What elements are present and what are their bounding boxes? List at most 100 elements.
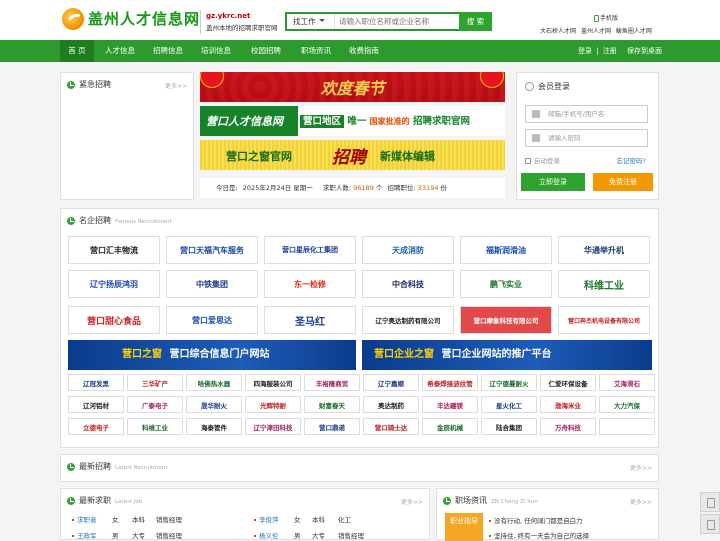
company-logo-small[interactable]: 光辉特耐 [245, 396, 301, 413]
company-logo-small[interactable]: 晟华耐火 [186, 396, 242, 413]
company-logo-small[interactable]: 陆合集团 [481, 418, 537, 435]
company-logo-small[interactable]: 星火化工 [481, 396, 537, 413]
company-logo-small[interactable]: 四海服装公司 [245, 374, 301, 391]
seekers-more-link[interactable]: 更多>> [401, 497, 423, 506]
company-logo[interactable]: 营口甜心食品 [68, 306, 160, 334]
edit-icon[interactable] [700, 492, 720, 512]
company-logo-small[interactable]: 丰达硼镁 [422, 396, 478, 413]
forgot-password-link[interactable]: 忘记密码? [617, 155, 646, 165]
company-logo-small[interactable]: 辽河铝材 [68, 396, 124, 413]
company-logo[interactable]: 营口汇丰物流 [68, 236, 160, 264]
nav-campus[interactable]: 校园招聘 [246, 40, 286, 62]
news-item[interactable]: 没有行动, 任何阔门都是自白力 [489, 515, 583, 525]
auto-login-checkbox[interactable] [525, 158, 531, 164]
seeker-name[interactable]: 求职者 [77, 516, 97, 524]
link-dashiqiao[interactable]: 大石桥人才网 [540, 28, 576, 35]
company-logo[interactable]: 中铁集团 [166, 270, 258, 298]
company-logo[interactable]: 东一检修 [264, 270, 356, 298]
company-logo[interactable]: 营口星辰化工集团 [264, 236, 356, 264]
nav-recruit-info[interactable]: 招聘信息 [148, 40, 188, 62]
news-item-text[interactable]: 坚持住, 终有一天会为自己的选择 [494, 532, 589, 540]
seeker-row[interactable]: 李俊萍 女 本科 化工 [254, 514, 351, 524]
company-logo[interactable]: 营口奔杰机电设备有限公司 [558, 306, 650, 334]
company-logo-small[interactable]: 奥达制药 [363, 396, 419, 413]
register-button[interactable]: 免费注册 [593, 173, 653, 191]
company-logo[interactable]: 辽宁奥达制药有限公司 [362, 306, 454, 334]
company-logo-small[interactable]: 渤海米业 [540, 396, 596, 413]
company-logo[interactable]: 中合科技 [362, 270, 454, 298]
site-logo-text[interactable]: 盖州人才信息网 [88, 8, 200, 29]
banner-spring-festival[interactable]: 欢度春节 [200, 72, 505, 102]
search-type-select[interactable]: 找工作 [287, 14, 335, 29]
seeker-row[interactable]: 杨义伦 男 大专 销售经理 [254, 530, 364, 540]
seeker-name[interactable]: 王政军 [77, 532, 97, 540]
company-logo-small[interactable]: 希泰焊接波纹管 [422, 374, 478, 391]
nav-career-news[interactable]: 职场资讯 [296, 40, 336, 62]
company-logo[interactable]: 营口摩象科技有限公司 [460, 306, 552, 334]
auto-login-label: 自动登录 [534, 157, 560, 165]
company-logo-small[interactable]: 财富春天 [304, 396, 360, 413]
banner-yingkou-window[interactable]: 营口之窗 营口综合信息门户网站 [68, 340, 356, 370]
company-logo-small[interactable]: 三华矿产 [127, 374, 183, 391]
banner-official-site[interactable]: 营口人才信息网 营口地区 唯一 国家批准的 招聘求职官网 [200, 106, 505, 136]
urgent-more-link[interactable]: 更多>> [165, 81, 187, 90]
mobile-qr-icon[interactable] [700, 514, 720, 534]
news-more-link[interactable]: 更多>> [630, 497, 652, 506]
news-item-text[interactable]: 没有行动, 任何阔门都是自白力 [494, 517, 583, 525]
company-logo-small[interactable]: 辽宁嘉顺 [363, 374, 419, 391]
news-item[interactable]: 坚持住, 终有一天会为自己的选择 [489, 530, 589, 540]
company-logo-small[interactable]: 广泰电子 [127, 396, 183, 413]
company-logo-small[interactable]: 丰裕隆商贸 [304, 374, 360, 391]
company-logo[interactable]: 鹏飞实业 [460, 270, 552, 298]
company-logo-small[interactable]: 营口鼎诺 [304, 418, 360, 435]
company-logo-small[interactable]: 辽冠发黑 [68, 374, 124, 391]
nav-login[interactable]: 登录 [578, 47, 592, 55]
nav-save-desktop[interactable]: 保存到桌面 [627, 47, 662, 55]
password-field[interactable]: 请输入密码 [525, 129, 648, 147]
company-logo[interactable]: 科维工业 [558, 270, 650, 298]
company-logo-small[interactable]: 科维工业 [127, 418, 183, 435]
link-bayuquan[interactable]: 鲅鱼圈人才网 [616, 28, 652, 35]
company-logo-small[interactable]: 万舟科技 [540, 418, 596, 435]
seeker-name[interactable]: 杨义伦 [259, 532, 279, 540]
news-thumbnail[interactable]: 职业指导 [445, 513, 483, 541]
login-title-text: 会员登录 [538, 82, 570, 91]
company-logo[interactable]: 圣马红 [264, 306, 356, 334]
login-button[interactable]: 立即登录 [521, 173, 585, 191]
company-logo-small[interactable]: 营口骑士达 [363, 418, 419, 435]
company-logo[interactable]: 营口天福汽车服务 [166, 236, 258, 264]
seeker-name[interactable]: 李俊萍 [259, 516, 279, 524]
company-logo-small[interactable]: 辽宁德曼耐火 [481, 374, 537, 391]
company-logo-small[interactable]: 仁爱环保设备 [540, 374, 596, 391]
company-logo-small[interactable]: 大力汽保 [599, 396, 655, 413]
company-logo[interactable]: 华通举升机 [558, 236, 650, 264]
nav-fee-guide[interactable]: 收费指南 [344, 40, 384, 62]
banner-hiring-editor[interactable]: 营口之窗官网 招聘 新媒体编辑 [200, 140, 505, 170]
link-gaizhou[interactable]: 盖州人才网 [581, 28, 611, 35]
site-logo-icon[interactable] [62, 8, 84, 30]
seeker-row[interactable]: 王政军 男 大专 销售经理 [72, 530, 182, 540]
company-logo-small[interactable]: 立德电子 [68, 418, 124, 435]
company-logo-small[interactable]: 哈佛热水器 [186, 374, 242, 391]
company-logo[interactable]: 营口爱思达 [166, 306, 258, 334]
company-logo-small[interactable]: 海泰管件 [186, 418, 242, 435]
nav-home[interactable]: 首 页 [60, 40, 94, 62]
search-button[interactable]: 搜 索 [459, 12, 492, 31]
banner-enterprise-window[interactable]: 营口企业之窗 营口企业网站的推广平台 [362, 340, 652, 370]
company-logo[interactable]: 福斯润滑油 [460, 236, 552, 264]
nav-register[interactable]: 注册 [603, 47, 617, 55]
nav-talent-info[interactable]: 人才信息 [100, 40, 140, 62]
company-logo-small[interactable]: 艾海滑石 [599, 374, 655, 391]
seeker-row[interactable]: 求职者 女 本科 销售经理 [72, 514, 182, 524]
mobile-version-link[interactable]: 手机版 [600, 15, 618, 22]
banner-region: 营口地区 [300, 115, 345, 128]
search-input[interactable] [339, 14, 459, 29]
company-logo-small[interactable]: 辽宁津田科技 [245, 418, 301, 435]
nav-training-info[interactable]: 培训信息 [196, 40, 236, 62]
company-logo[interactable]: 辽宁扬辰鸿羽 [68, 270, 160, 298]
company-logo[interactable]: 天成消防 [362, 236, 454, 264]
famous-title-text: 名企招聘 [79, 216, 111, 225]
company-logo-small[interactable]: 金辰机械 [422, 418, 478, 435]
username-field[interactable]: 邮箱/手机号/用户名 [525, 105, 648, 123]
latest-more-link[interactable]: 更多>> [630, 463, 652, 472]
